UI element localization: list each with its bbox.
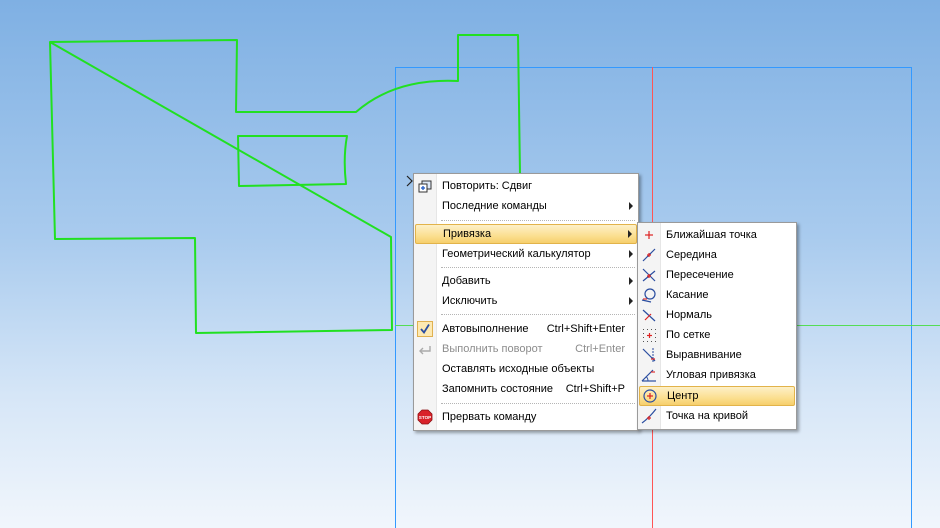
- menu-item-label: Касание: [666, 289, 709, 301]
- menu-item-label: Привязка: [443, 228, 492, 240]
- menu-item-label: Выполнить поворот: [442, 343, 543, 355]
- angular-snap-icon: [641, 369, 656, 382]
- snap-item-point-on-curve[interactable]: Точка на кривой: [639, 406, 795, 426]
- alignment-icon: [642, 348, 656, 362]
- grid-snap-icon: [643, 329, 656, 342]
- submenu-arrow-icon: [629, 202, 633, 210]
- menu-item-label: Геометрический калькулятор: [442, 248, 591, 260]
- menu-item-label: Угловая привязка: [666, 369, 756, 381]
- menu-item-shortcut: Ctrl+Shift+Enter: [546, 323, 625, 335]
- midpoint-icon: [642, 248, 656, 262]
- menu-item-label: Нормаль: [666, 309, 713, 321]
- rotate-enter-icon: [419, 346, 431, 355]
- menu-item-label: Выравнивание: [666, 349, 742, 361]
- menu-item-label: По сетке: [666, 329, 711, 341]
- menu-item-snap[interactable]: Привязка: [415, 224, 637, 244]
- cursor-icon: [406, 175, 413, 187]
- menu-item-geometric-calculator[interactable]: Геометрический калькулятор: [415, 244, 637, 264]
- menu-item-label: Середина: [666, 249, 717, 261]
- snap-item-center[interactable]: Центр: [639, 386, 795, 406]
- point-on-curve-icon: [641, 408, 657, 424]
- snap-item-normal[interactable]: Нормаль: [639, 305, 795, 325]
- menu-item-remember-state[interactable]: Запомнить состояние Ctrl+Shift+P: [415, 379, 637, 399]
- snap-item-nearest-point[interactable]: Ближайшая точка: [639, 225, 795, 245]
- snap-item-intersection[interactable]: Пересечение: [639, 265, 795, 285]
- snap-item-midpoint[interactable]: Середина: [639, 245, 795, 265]
- menu-item-label: Запомнить состояние: [442, 383, 554, 395]
- submenu-arrow-icon: [629, 277, 633, 285]
- menu-item-shortcut: Ctrl+Enter: [575, 343, 625, 355]
- menu-item-label: Ближайшая точка: [666, 229, 757, 241]
- center-icon: [643, 389, 657, 403]
- menu-item-label: Добавить: [442, 275, 491, 287]
- menu-item-label: Повторить: Сдвиг: [442, 180, 533, 192]
- menu-item-repeat[interactable]: Повторить: Сдвиг: [415, 176, 637, 196]
- menu-item-add[interactable]: Добавить: [415, 271, 637, 291]
- menu-separator: [441, 220, 635, 221]
- menu-separator: [441, 403, 635, 404]
- menu-item-shortcut: Ctrl+Shift+P: [565, 383, 625, 395]
- menu-item-keep-source[interactable]: Оставлять исходные объекты: [415, 359, 637, 379]
- menu-item-label: Исключить: [442, 295, 498, 307]
- menu-item-label: Пересечение: [666, 269, 734, 281]
- snap-item-tangent[interactable]: Касание: [639, 285, 795, 305]
- menu-separator: [441, 314, 635, 315]
- menu-item-interrupt[interactable]: STOP Прервать команду: [415, 407, 637, 427]
- menu-item-exclude[interactable]: Исключить: [415, 291, 637, 311]
- nearest-point-icon: [645, 231, 653, 239]
- normal-icon: [642, 309, 656, 322]
- menu-item-label: Прервать команду: [442, 411, 537, 423]
- menu-item-label: Автовыполнение: [442, 323, 529, 335]
- stop-icon: STOP: [417, 409, 433, 425]
- menu-item-auto-execute[interactable]: Автовыполнение Ctrl+Shift+Enter: [415, 319, 637, 339]
- submenu-arrow-icon: [629, 250, 633, 258]
- menu-item-label: Центр: [667, 390, 699, 402]
- menu-item-label: Последние команды: [442, 200, 547, 212]
- snap-item-angular[interactable]: Угловая привязка: [639, 365, 795, 385]
- svg-text:STOP: STOP: [419, 415, 431, 420]
- submenu-arrow-icon: [628, 230, 632, 238]
- menu-separator: [441, 267, 635, 268]
- menu-item-recent-commands[interactable]: Последние команды: [415, 196, 637, 216]
- repeat-icon: [418, 180, 432, 193]
- snap-item-alignment[interactable]: Выравнивание: [639, 345, 795, 365]
- inner-slot-contour[interactable]: [237, 135, 348, 187]
- intersection-icon: [642, 268, 656, 282]
- menu-item-rotate[interactable]: Выполнить поворот Ctrl+Enter: [415, 339, 637, 359]
- tangent-icon: [641, 288, 656, 303]
- context-menu: Повторить: Сдвиг Последние команды Привя…: [413, 173, 639, 431]
- snap-item-grid[interactable]: По сетке: [639, 325, 795, 345]
- snap-submenu: Ближайшая точка Середина Пересечение Кас…: [637, 222, 797, 430]
- submenu-arrow-icon: [629, 297, 633, 305]
- menu-item-label: Точка на кривой: [666, 410, 749, 422]
- menu-item-label: Оставлять исходные объекты: [442, 363, 595, 375]
- checkmark-icon: [417, 321, 433, 337]
